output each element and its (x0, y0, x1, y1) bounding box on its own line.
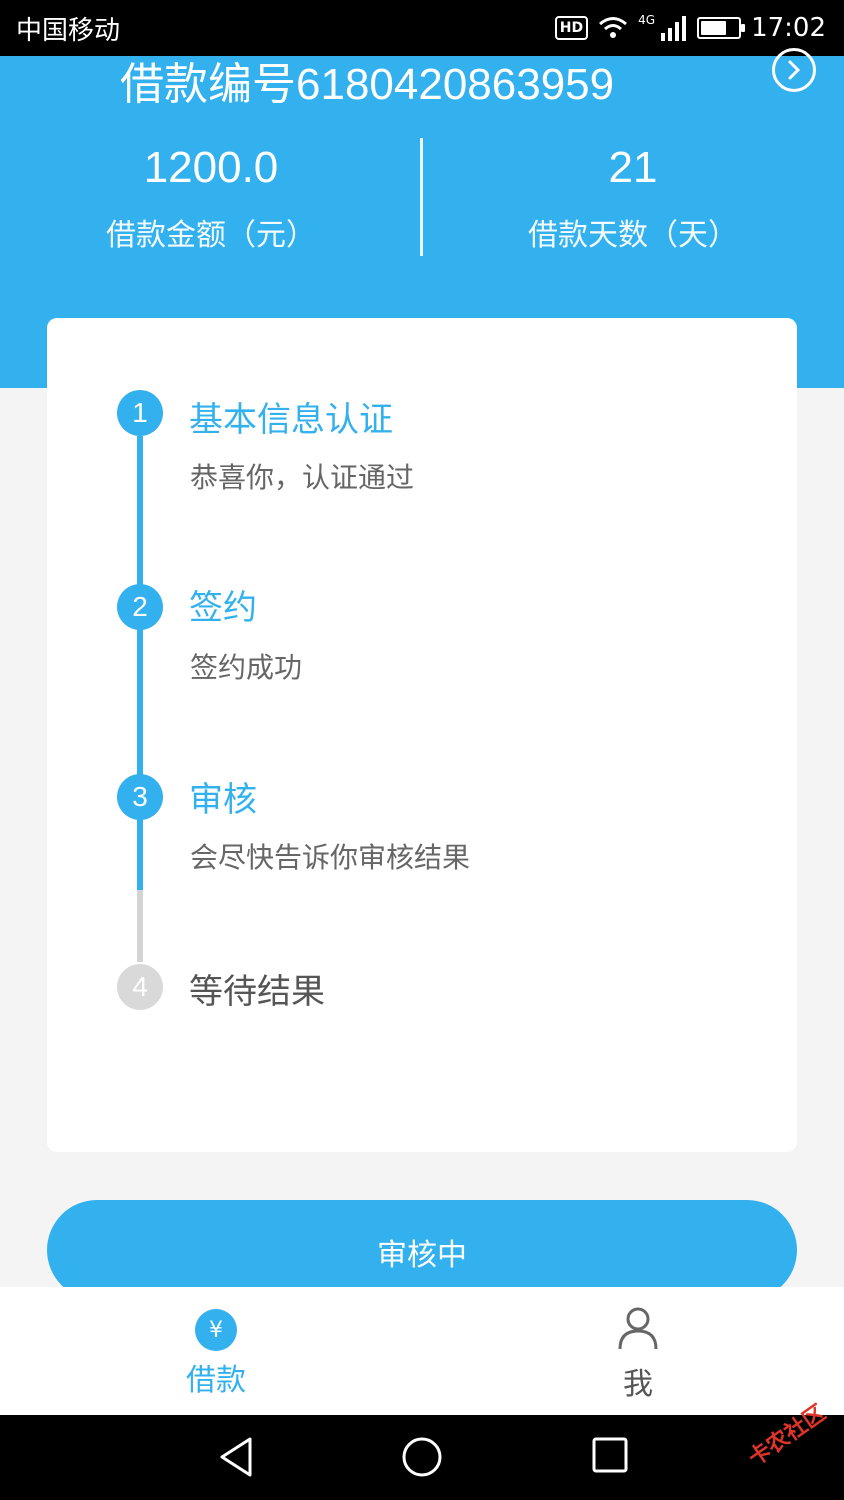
loan-number: 借款编号6180420863959 (120, 60, 615, 109)
loan-amount-value: 1200.0 (143, 143, 279, 192)
loan-days-value: 21 (608, 143, 658, 192)
step-subtitle: 恭喜你，认证通过 (190, 461, 415, 494)
home-icon[interactable] (400, 1435, 444, 1479)
step-title: 等待结果 (189, 972, 325, 1012)
step-number: 1 (117, 390, 163, 436)
review-status-button[interactable]: 审核中 (47, 1200, 797, 1300)
bottom-tab-bar: ¥ 借款 我 (0, 1287, 844, 1415)
progress-line-3 (137, 818, 143, 890)
tab-label: 我 (623, 1367, 653, 1402)
clock-time: 17:02 (751, 13, 826, 43)
hd-icon: HD (554, 16, 589, 40)
step-title: 基本信息认证 (189, 400, 393, 440)
tab-me[interactable]: 我 (578, 1305, 698, 1403)
loan-amount-stat: 1200.0 借款金额（元） (0, 138, 422, 254)
step-number: 2 (117, 584, 163, 630)
chevron-right-icon (788, 60, 801, 80)
back-icon[interactable] (216, 1435, 256, 1479)
step-subtitle: 会尽快告诉你审核结果 (190, 841, 471, 874)
progress-card: 1 基本信息认证 恭喜你，认证通过 2 签约 签约成功 3 审核 会尽快告诉你审… (47, 318, 797, 1152)
step-number: 4 (117, 964, 163, 1010)
loan-detail-button[interactable] (772, 48, 816, 92)
step-number: 3 (117, 774, 163, 820)
signal-icon (661, 16, 687, 41)
loan-days-label: 借款天数（天） (528, 218, 738, 253)
carrier-label: 中国移动 (16, 15, 121, 46)
system-nav-bar (0, 1415, 844, 1500)
progress-line-1 (137, 436, 143, 598)
wifi-icon (599, 17, 628, 38)
network-type-label: 4G (638, 13, 656, 27)
review-status-label: 审核中 (377, 1238, 467, 1273)
tab-loan[interactable]: ¥ 借款 (156, 1305, 276, 1399)
loan-stats: 1200.0 借款金额（元） 21 借款天数（天） (0, 138, 844, 258)
person-icon (618, 1307, 658, 1350)
loan-amount-label: 借款金额（元） (106, 218, 316, 253)
tab-label: 借款 (186, 1363, 246, 1398)
step-title: 审核 (189, 780, 257, 820)
progress-line-4 (137, 890, 143, 962)
status-icons: HD 4G 17:02 (554, 13, 826, 43)
progress-line-2 (137, 628, 143, 790)
yen-icon: ¥ (195, 1309, 237, 1351)
step-subtitle: 签约成功 (190, 651, 303, 684)
step-title: 签约 (189, 588, 257, 628)
battery-icon (697, 17, 746, 39)
loan-days-stat: 21 借款天数（天） (422, 138, 844, 254)
recent-apps-icon[interactable] (590, 1435, 630, 1475)
